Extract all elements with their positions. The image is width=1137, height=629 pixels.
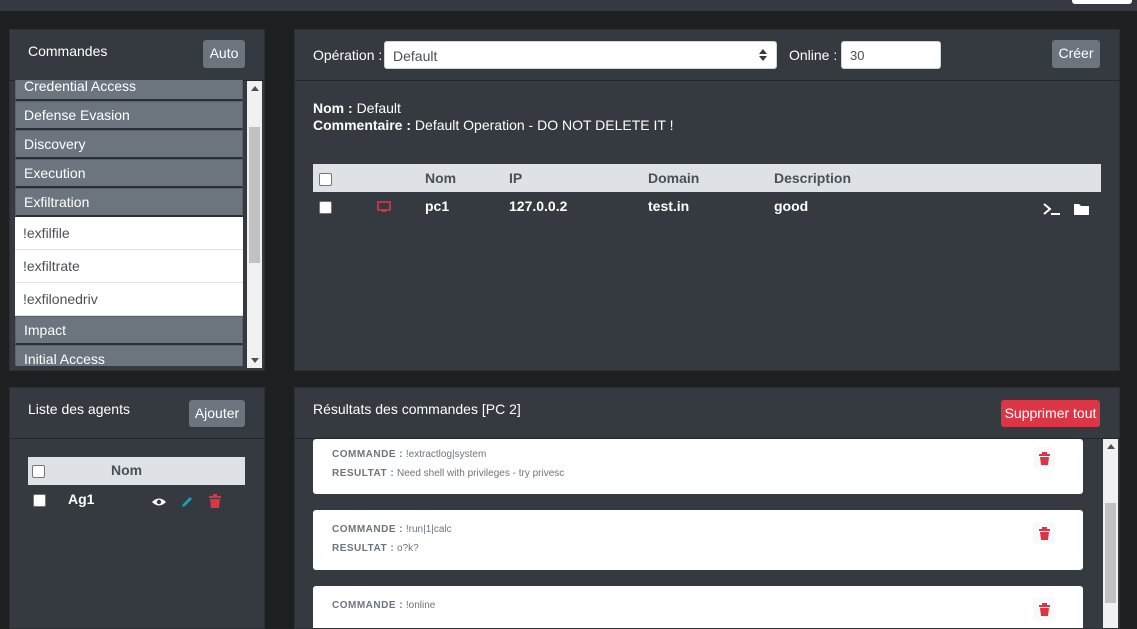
- command-label: COMMANDE :: [332, 449, 404, 460]
- col-nom: Nom: [425, 170, 457, 186]
- commands-panel: Commandes Auto Credential Access Defense…: [9, 29, 265, 371]
- eye-icon[interactable]: [151, 497, 167, 507]
- command-exfiltrate[interactable]: !exfiltrate: [15, 250, 243, 283]
- scrollbar-thumb[interactable]: [1105, 503, 1116, 603]
- operation-panel: Opération : Default Online : Créer Nom :…: [294, 29, 1120, 371]
- category-impact[interactable]: Impact: [15, 316, 243, 345]
- commands-panel-header: Commandes Auto: [10, 30, 264, 81]
- auto-button[interactable]: Auto: [203, 40, 245, 68]
- category-execution[interactable]: Execution: [15, 159, 243, 188]
- result-card: COMMANDE : !extractlog|system RESULTAT :…: [313, 439, 1083, 494]
- select-all-agents-checkbox[interactable]: [32, 465, 45, 478]
- result-output: Need shell with privileges - try privesc: [397, 468, 565, 479]
- online-label: Online :: [789, 47, 838, 63]
- delete-result-button[interactable]: [1033, 522, 1055, 544]
- commands-title: Commandes: [28, 43, 108, 59]
- category-initial-access[interactable]: Initial Access: [15, 345, 243, 366]
- category-discovery[interactable]: Discovery: [15, 130, 243, 159]
- top-navbar: [0, 0, 1137, 11]
- host-domain: test.in: [648, 198, 690, 214]
- comment-value: Default Operation - DO NOT DELETE IT !: [414, 117, 674, 133]
- agent-row-checkbox[interactable]: [33, 494, 46, 507]
- command-label: COMMANDE :: [332, 600, 404, 611]
- host-description: good: [774, 198, 809, 214]
- operation-select-value: Default: [393, 48, 438, 64]
- results-title: Résultats des commandes [PC 2]: [313, 401, 521, 417]
- category-defense-evasion[interactable]: Defense Evasion: [15, 101, 243, 130]
- scroll-down-arrow-icon[interactable]: [251, 358, 259, 363]
- delete-result-button[interactable]: [1033, 447, 1055, 469]
- host-row-checkbox[interactable]: [319, 201, 332, 214]
- operation-name-line: Nom : Default: [313, 100, 401, 116]
- result-command: !extractlog|system: [405, 449, 487, 460]
- command-exfilfile[interactable]: !exfilfile: [15, 217, 243, 250]
- agents-panel-header: Liste des agents Ajouter: [10, 388, 264, 439]
- agents-panel: Liste des agents Ajouter Nom Ag1: [9, 387, 265, 629]
- result-command-line: COMMANDE : !run|1|calc: [332, 524, 452, 535]
- scroll-up-arrow-icon[interactable]: [1107, 444, 1115, 449]
- add-agent-button[interactable]: Ajouter: [189, 400, 245, 427]
- trash-icon: [1039, 527, 1050, 540]
- results-scrollbar[interactable]: [1103, 439, 1118, 628]
- scrollbar-thumb[interactable]: [249, 127, 260, 263]
- agents-title: Liste des agents: [28, 401, 130, 417]
- pencil-icon[interactable]: [180, 495, 194, 509]
- operation-comment-line: Commentaire : Default Operation - DO NOT…: [313, 117, 674, 133]
- col-ip: IP: [509, 170, 523, 186]
- select-all-hosts-checkbox[interactable]: [319, 173, 332, 186]
- agents-col-nom: Nom: [111, 462, 143, 478]
- create-button[interactable]: Créer: [1052, 40, 1100, 68]
- trash-icon: [1039, 452, 1050, 465]
- table-row: pc1 127.0.0.2 test.in good: [313, 192, 1101, 222]
- monitor-icon: [377, 201, 391, 212]
- result-output: o?k?: [397, 543, 419, 554]
- command-list: Credential Access Defense Evasion Discov…: [15, 80, 243, 366]
- delete-all-button[interactable]: Supprimer tout: [1001, 400, 1100, 427]
- result-label: RESULTAT :: [332, 543, 395, 554]
- result-command-line: COMMANDE : !extractlog|system: [332, 449, 486, 460]
- select-arrows-icon: [759, 49, 767, 61]
- category-exfiltration[interactable]: Exfiltration: [15, 188, 243, 217]
- category-credential-access[interactable]: Credential Access: [15, 80, 243, 101]
- terminal-icon[interactable]: [1043, 202, 1061, 216]
- result-output-line: RESULTAT : Need shell with privileges - …: [332, 468, 564, 479]
- scroll-up-arrow-icon[interactable]: [251, 86, 259, 91]
- folder-icon[interactable]: [1074, 203, 1089, 215]
- trash-icon[interactable]: [209, 494, 221, 508]
- col-domain: Domain: [648, 170, 700, 186]
- comment-label: Commentaire :: [313, 117, 412, 133]
- results-panel: Résultats des commandes [PC 2] Supprimer…: [294, 387, 1120, 629]
- hosts-table-header: Nom IP Domain Description: [313, 164, 1101, 192]
- results-list: COMMANDE : !extractlog|system RESULTAT :…: [295, 439, 1103, 628]
- command-exfilonedriv[interactable]: !exfilonedriv: [15, 283, 243, 316]
- result-label: RESULTAT :: [332, 468, 395, 479]
- nom-label: Nom :: [313, 100, 353, 116]
- command-list-scrollbar[interactable]: [247, 81, 262, 368]
- agents-table-header: Nom: [28, 457, 245, 485]
- command-label: COMMANDE :: [332, 524, 404, 535]
- operation-label: Opération :: [313, 47, 383, 63]
- online-input[interactable]: [841, 41, 941, 69]
- agent-name: Ag1: [68, 491, 95, 507]
- col-description: Description: [774, 170, 852, 186]
- host-ip: 127.0.0.2: [509, 198, 568, 214]
- delete-result-button[interactable]: [1033, 598, 1055, 620]
- result-command: !run|1|calc: [405, 524, 452, 535]
- result-command-line: COMMANDE : !online: [332, 600, 435, 611]
- table-row: Ag1: [28, 485, 245, 515]
- operation-panel-header: Opération : Default Online : Créer: [295, 30, 1119, 81]
- result-card: COMMANDE : !run|1|calc RESULTAT : o?k?: [313, 510, 1083, 570]
- navbar-button[interactable]: [1072, 0, 1132, 4]
- nom-value: Default: [356, 100, 401, 116]
- trash-icon: [1039, 603, 1050, 616]
- result-command: !online: [405, 600, 436, 611]
- results-panel-header: Résultats des commandes [PC 2] Supprimer…: [295, 388, 1119, 439]
- result-output-line: RESULTAT : o?k?: [332, 543, 419, 554]
- operation-select[interactable]: Default: [384, 41, 777, 69]
- host-name: pc1: [425, 198, 450, 214]
